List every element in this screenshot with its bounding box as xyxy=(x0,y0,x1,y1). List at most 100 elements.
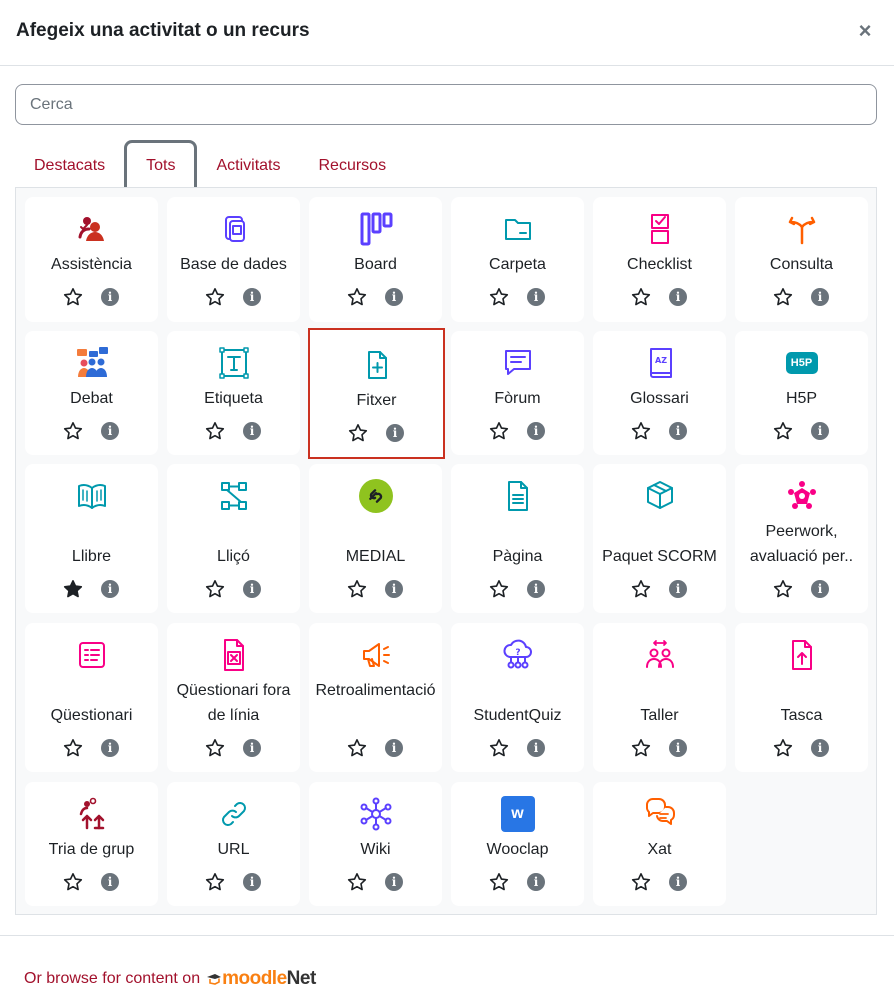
star-filled-icon[interactable] xyxy=(63,579,83,599)
module-card-attendance[interactable]: Assistència i xyxy=(25,197,158,322)
star-icon[interactable] xyxy=(205,287,225,307)
info-icon[interactable]: i xyxy=(385,288,403,306)
tab-all[interactable]: Tots xyxy=(124,140,198,191)
star-icon[interactable] xyxy=(489,421,509,441)
star-icon[interactable] xyxy=(205,579,225,599)
module-card-lesson[interactable]: Lliçó i xyxy=(167,464,300,613)
module-card-wooclap[interactable]: w Wooclap i xyxy=(451,782,584,906)
info-icon[interactable]: i xyxy=(101,288,119,306)
module-card-url[interactable]: URL i xyxy=(167,782,300,906)
info-icon[interactable]: i xyxy=(243,288,261,306)
module-card-folder[interactable]: Carpeta i xyxy=(451,197,584,322)
star-icon[interactable] xyxy=(489,579,509,599)
star-icon[interactable] xyxy=(489,738,509,758)
module-card-footer: i xyxy=(735,421,868,441)
info-icon[interactable]: i xyxy=(101,422,119,440)
info-icon[interactable]: i xyxy=(669,580,687,598)
star-icon[interactable] xyxy=(631,421,651,441)
module-card-footer: i xyxy=(451,738,584,758)
info-icon[interactable]: i xyxy=(527,739,545,757)
tab-resources[interactable]: Recursos xyxy=(300,140,406,188)
star-icon[interactable] xyxy=(205,872,225,892)
star-icon[interactable] xyxy=(489,872,509,892)
info-icon[interactable]: i xyxy=(669,739,687,757)
star-icon[interactable] xyxy=(63,738,83,758)
module-card-quiz[interactable]: Qüestionari i xyxy=(25,623,158,772)
module-card-page[interactable]: Pàgina i xyxy=(451,464,584,613)
star-icon[interactable] xyxy=(347,738,367,758)
module-card-debate[interactable]: Debat i xyxy=(25,331,158,455)
module-card-checklist[interactable]: Checklist i xyxy=(593,197,726,322)
module-card-forum[interactable]: Fòrum i xyxy=(451,331,584,455)
info-icon[interactable]: i xyxy=(101,739,119,757)
info-icon[interactable]: i xyxy=(527,873,545,891)
module-card-footer: i xyxy=(309,287,442,307)
star-icon[interactable] xyxy=(773,579,793,599)
module-card-book[interactable]: Llibre i xyxy=(25,464,158,613)
info-icon[interactable]: i xyxy=(669,422,687,440)
close-icon[interactable]: × xyxy=(856,20,874,42)
star-icon[interactable] xyxy=(631,872,651,892)
module-card-board[interactable]: Board i xyxy=(309,197,442,322)
star-icon[interactable] xyxy=(63,287,83,307)
star-icon[interactable] xyxy=(348,423,368,443)
label-icon xyxy=(217,345,251,381)
info-icon[interactable]: i xyxy=(811,288,829,306)
info-icon[interactable]: i xyxy=(527,288,545,306)
module-card-label[interactable]: Etiqueta i xyxy=(167,331,300,455)
info-icon[interactable]: i xyxy=(243,422,261,440)
info-icon[interactable]: i xyxy=(385,873,403,891)
info-icon[interactable]: i xyxy=(811,422,829,440)
module-name: Paquet SCORM xyxy=(602,548,717,565)
info-icon[interactable]: i xyxy=(243,580,261,598)
star-icon[interactable] xyxy=(63,421,83,441)
module-card-offline-quiz[interactable]: Qüestionari fora de línia i xyxy=(167,623,300,772)
info-icon[interactable]: i xyxy=(386,424,404,442)
module-card-feedback[interactable]: Retroalimentació i xyxy=(309,623,442,772)
module-card-choice[interactable]: Consulta i xyxy=(735,197,868,322)
module-card-database[interactable]: Base de dades i xyxy=(167,197,300,322)
info-icon[interactable]: i xyxy=(669,873,687,891)
star-icon[interactable] xyxy=(631,738,651,758)
star-icon[interactable] xyxy=(63,872,83,892)
module-card-studentquiz[interactable]: ? StudentQuiz i xyxy=(451,623,584,772)
star-icon[interactable] xyxy=(347,287,367,307)
module-card-glossary[interactable]: AZ Glossari i xyxy=(593,331,726,455)
info-icon[interactable]: i xyxy=(527,422,545,440)
module-card-group-choice[interactable]: Tria de grup i xyxy=(25,782,158,906)
info-icon[interactable]: i xyxy=(243,873,261,891)
star-icon[interactable] xyxy=(205,738,225,758)
module-name: Base de dades xyxy=(180,256,287,273)
info-icon[interactable]: i xyxy=(101,873,119,891)
info-icon[interactable]: i xyxy=(385,739,403,757)
module-card-medial[interactable]: MEDIAL i xyxy=(309,464,442,613)
module-card-chat[interactable]: Xat i xyxy=(593,782,726,906)
star-icon[interactable] xyxy=(347,872,367,892)
tab-featured[interactable]: Destacats xyxy=(15,140,124,188)
info-icon[interactable]: i xyxy=(101,580,119,598)
module-card-h5p[interactable]: H5P H5P i xyxy=(735,331,868,455)
module-card-assignment[interactable]: Tasca i xyxy=(735,623,868,772)
star-icon[interactable] xyxy=(631,579,651,599)
info-icon[interactable]: i xyxy=(243,739,261,757)
module-card-scorm[interactable]: Paquet SCORM i xyxy=(593,464,726,613)
info-icon[interactable]: i xyxy=(669,288,687,306)
star-icon[interactable] xyxy=(489,287,509,307)
info-icon[interactable]: i xyxy=(811,580,829,598)
info-icon[interactable]: i xyxy=(527,580,545,598)
browse-moodlenet-link[interactable]: Or browse for content on moodle Net xyxy=(24,968,316,990)
info-icon[interactable]: i xyxy=(811,739,829,757)
module-card-workshop[interactable]: Taller i xyxy=(593,623,726,772)
module-card-file[interactable]: Fitxer i xyxy=(308,328,445,459)
star-icon[interactable] xyxy=(631,287,651,307)
star-icon[interactable] xyxy=(347,579,367,599)
tab-activities[interactable]: Activitats xyxy=(197,140,299,188)
star-icon[interactable] xyxy=(773,738,793,758)
module-card-wiki[interactable]: Wiki i xyxy=(309,782,442,906)
search-input[interactable] xyxy=(15,84,877,125)
info-icon[interactable]: i xyxy=(385,580,403,598)
star-icon[interactable] xyxy=(773,421,793,441)
star-icon[interactable] xyxy=(773,287,793,307)
star-icon[interactable] xyxy=(205,421,225,441)
module-card-peerwork[interactable]: Peerwork, avaluació per.. i xyxy=(735,464,868,613)
